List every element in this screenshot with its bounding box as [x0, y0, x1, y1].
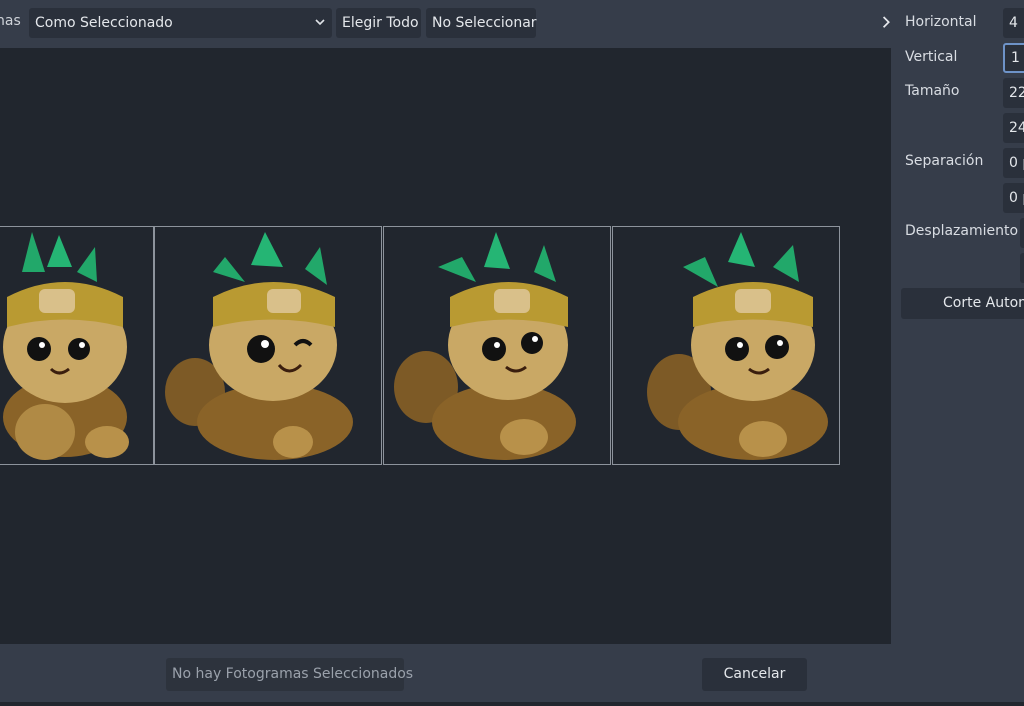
vertical-spinbox[interactable]: 1 — [1003, 43, 1024, 73]
separation-x-spinbox[interactable]: 0 p — [1003, 148, 1024, 178]
vertical-label: Vertical — [905, 49, 958, 65]
offset-x-spinbox[interactable] — [1020, 218, 1024, 248]
sprite-frame[interactable] — [0, 226, 154, 465]
size-x-spinbox[interactable]: 22 — [1003, 78, 1024, 108]
size-label: Tamaño — [905, 83, 960, 99]
bottom-divider — [0, 702, 1024, 706]
select-none-button[interactable]: No Seleccionar — [426, 8, 537, 38]
horizontal-spinbox[interactable]: 4 — [1003, 8, 1024, 38]
dialog-footer — [0, 644, 1024, 706]
cancel-button[interactable]: Cancelar — [702, 658, 807, 691]
separation-y-spinbox[interactable]: 0 p — [1003, 183, 1024, 213]
add-frames-button[interactable]: No hay Fotogramas Seleccionados — [166, 658, 413, 691]
sprite-frame[interactable] — [612, 226, 840, 465]
chevron-down-icon — [315, 19, 325, 26]
sprite-frame[interactable] — [154, 226, 382, 465]
offset-y-spinbox[interactable] — [1020, 253, 1024, 283]
sprite-sheet — [0, 226, 842, 466]
size-y-spinbox[interactable]: 24 — [1003, 113, 1024, 143]
sprite-preview-canvas[interactable] — [0, 48, 891, 644]
frames-label: nas — [0, 13, 21, 29]
sprite-character-image — [3, 232, 129, 460]
auto-slice-button[interactable]: Corte Autom — [901, 288, 1024, 319]
toolbar: nas Como Seleccionado Elegir Todo No Sel… — [0, 0, 891, 46]
horizontal-label: Horizontal — [905, 14, 977, 30]
sprite-character-image — [647, 232, 828, 460]
select-mode-dropdown[interactable]: Como Seleccionado — [29, 8, 332, 38]
select-mode-value: Como Seleccionado — [35, 15, 173, 31]
separation-label: Separación — [905, 153, 984, 169]
sprite-frame[interactable] — [383, 226, 611, 465]
offset-label: Desplazamiento — [905, 223, 1019, 239]
select-all-button[interactable]: Elegir Todo — [336, 8, 421, 38]
sprite-character-image — [394, 232, 576, 460]
sprite-character-image — [165, 232, 353, 460]
